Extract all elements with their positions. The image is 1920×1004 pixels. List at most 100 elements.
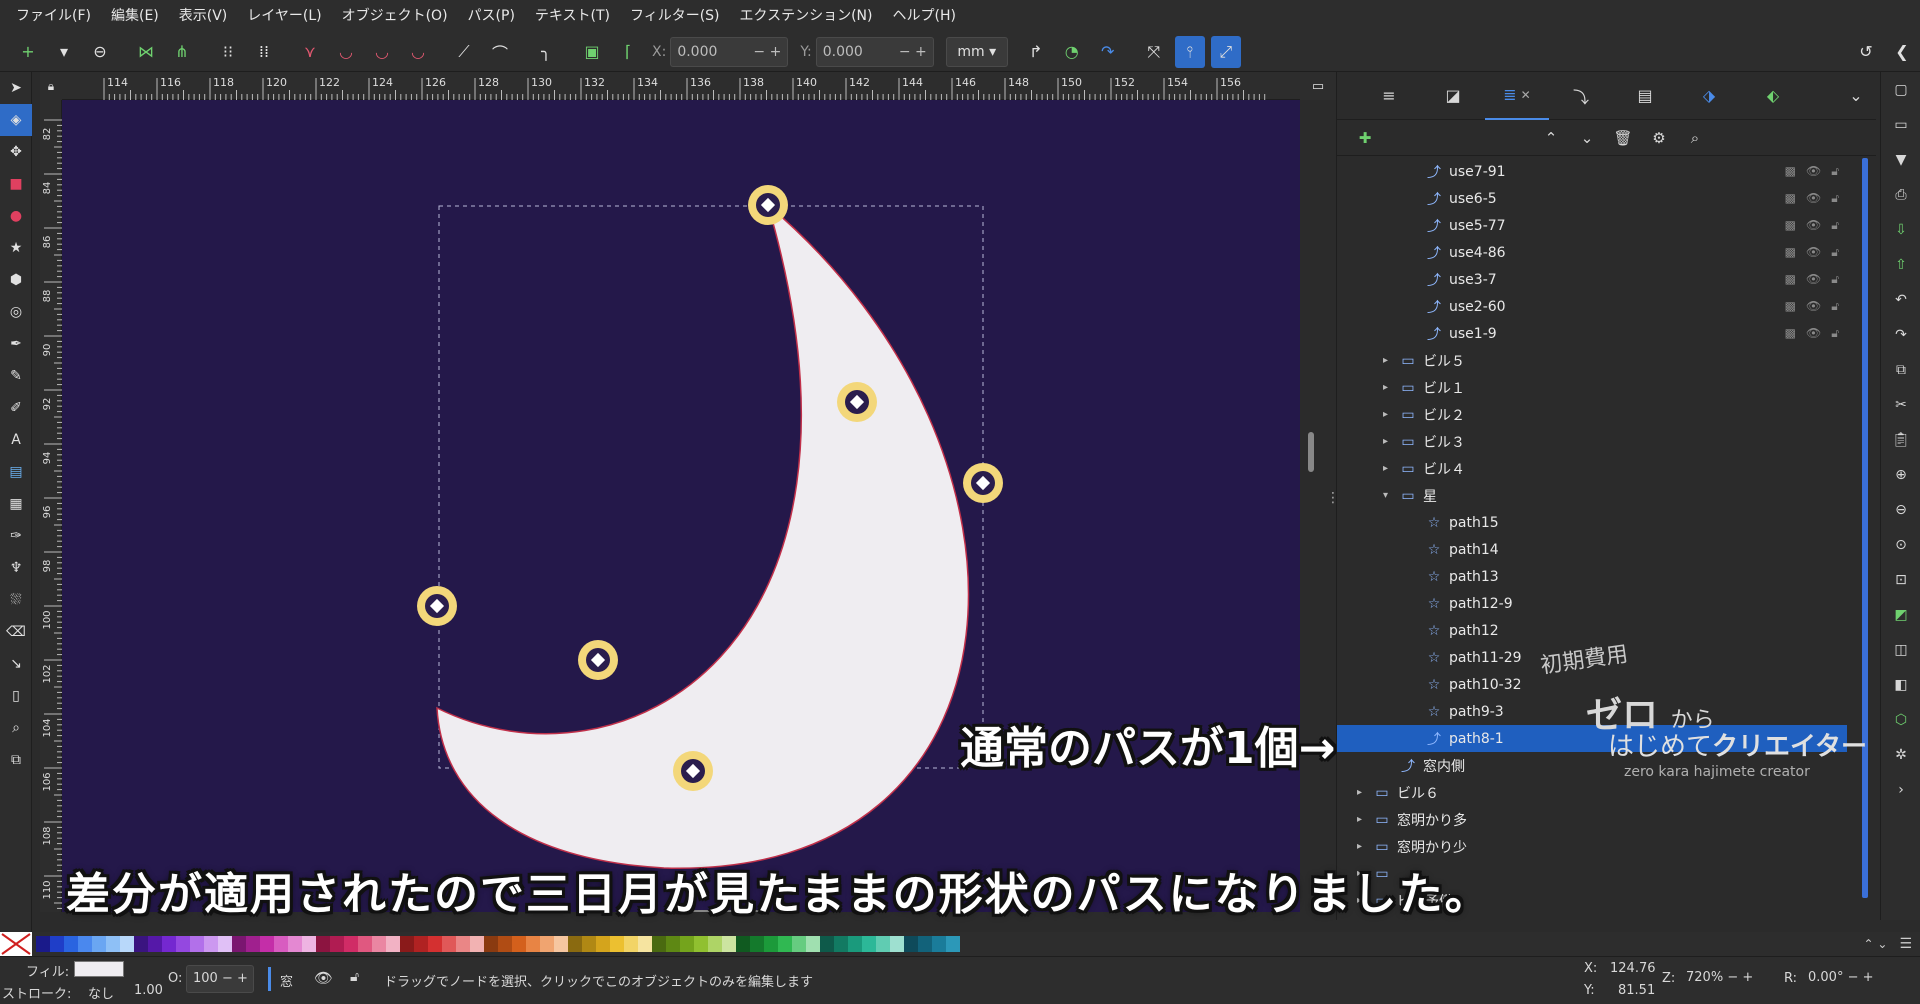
color-swatch[interactable]	[750, 936, 764, 952]
show-path-effect-icon[interactable]: ↷	[1090, 36, 1126, 68]
menu-item[interactable]: ヘルプ(H)	[883, 0, 966, 32]
add-corners-icon[interactable]: ╮	[528, 36, 564, 68]
opacity-input[interactable]: 100 − +	[186, 965, 254, 993]
delete-node-icon[interactable]: ⊖	[82, 36, 118, 68]
path-node[interactable]	[673, 751, 713, 791]
blend-icon[interactable]: ▩	[1785, 218, 1796, 233]
paste-icon[interactable]: 📋︎	[1881, 422, 1920, 457]
make-curve-icon[interactable]: ⌒	[482, 36, 518, 68]
tab-layers-objects-icon[interactable]: ≣ ✕	[1485, 72, 1549, 120]
zoom-input[interactable]: 720% − +	[1680, 965, 1770, 993]
color-swatch[interactable]	[498, 936, 512, 952]
rect-tool-icon[interactable]: ■	[0, 168, 32, 200]
fill-indicator[interactable]	[74, 961, 124, 977]
layer-row[interactable]: ▸ ▭ ビル１	[1337, 374, 1847, 401]
symmetric-node-icon[interactable]: ◡	[364, 36, 400, 68]
blend-icon[interactable]: ▩	[1785, 191, 1796, 206]
ellipse-tool-icon[interactable]: ●	[0, 200, 32, 232]
tab-fill-stroke-icon[interactable]: ◪	[1421, 72, 1485, 120]
color-swatch[interactable]	[36, 936, 50, 952]
path-node[interactable]	[837, 382, 877, 422]
color-swatch[interactable]	[876, 936, 890, 952]
lock-icon[interactable]: 🔓︎	[1831, 326, 1839, 341]
stroke-to-path-icon[interactable]: ⌈	[610, 36, 646, 68]
color-swatch[interactable]	[792, 936, 806, 952]
cusp-node-icon[interactable]: ⋎	[292, 36, 328, 68]
color-swatch[interactable]	[848, 936, 862, 952]
paint-bucket-tool-icon[interactable]: ♆	[0, 552, 32, 584]
canvas[interactable]	[62, 100, 1300, 912]
color-swatch[interactable]	[78, 936, 92, 952]
copy-icon[interactable]: ⧉	[1881, 352, 1920, 387]
color-swatch[interactable]	[582, 936, 596, 952]
layer-lock-icon[interactable]: 🔓︎	[350, 969, 359, 985]
path-node[interactable]	[748, 185, 788, 225]
tab-document-icon[interactable]: ▤	[1613, 72, 1677, 120]
measure-tool-icon[interactable]: ⧉	[0, 744, 32, 776]
unit-select[interactable]: mm ▾	[945, 36, 1008, 67]
canvas-drawing[interactable]	[62, 100, 1300, 912]
color-swatch[interactable]	[484, 936, 498, 952]
color-swatch[interactable]	[554, 936, 568, 952]
pen-tool-icon[interactable]: ✒	[0, 328, 32, 360]
lock-icon[interactable]: 🔓︎	[1831, 164, 1839, 179]
color-swatch[interactable]	[176, 936, 190, 952]
color-swatch[interactable]	[722, 936, 736, 952]
layer-row[interactable]: ▾ ▭ 星	[1337, 482, 1847, 509]
display-mode-icon[interactable]: ▭	[1300, 72, 1336, 100]
menu-item[interactable]: 表示(V)	[169, 0, 238, 32]
color-swatch[interactable]	[260, 936, 274, 952]
layer-row[interactable]: ⤴ use2-60 ▩ 👁︎ 🔓︎	[1337, 293, 1847, 320]
path-node[interactable]	[963, 463, 1003, 503]
ungroup-icon[interactable]: ✲	[1881, 737, 1920, 772]
opacity-stepper-icon[interactable]: − +	[222, 971, 248, 986]
gradient-tool-icon[interactable]: ▤	[0, 456, 32, 488]
object-to-path-icon[interactable]: ▣	[574, 36, 610, 68]
menu-item[interactable]: フィルター(S)	[620, 0, 730, 32]
clone-icon[interactable]: ◫	[1881, 632, 1920, 667]
color-swatch[interactable]	[834, 936, 848, 952]
tab-close-icon[interactable]: ✕	[1521, 88, 1531, 102]
move-down-icon[interactable]: ⌄	[1569, 122, 1605, 154]
show-outline-icon[interactable]: ⤢	[1210, 35, 1241, 68]
layer-row[interactable]: ☆ path15	[1337, 509, 1847, 536]
layer-row[interactable]: ☆ path13	[1337, 563, 1847, 590]
color-swatch[interactable]	[64, 936, 78, 952]
lock-icon[interactable]: 🔓︎	[1831, 299, 1839, 314]
color-swatch[interactable]	[428, 936, 442, 952]
visibility-icon[interactable]: 👁︎	[1806, 272, 1821, 287]
color-swatch[interactable]	[50, 936, 64, 952]
layer-row[interactable]: ⤴ use5-77 ▩ 👁︎ 🔓︎	[1337, 212, 1847, 239]
unlink-clone-icon[interactable]: ◧	[1881, 667, 1920, 702]
color-swatch[interactable]	[204, 936, 218, 952]
calligraphy-tool-icon[interactable]: ✐	[0, 392, 32, 424]
lock-icon[interactable]: 🔓︎	[1831, 218, 1839, 233]
zoom-selection-icon[interactable]: ⊕	[1881, 457, 1920, 492]
blend-icon[interactable]: ▩	[1785, 245, 1796, 260]
color-swatch[interactable]	[316, 936, 330, 952]
color-swatch[interactable]	[862, 936, 876, 952]
layer-visibility-icon[interactable]: 👁︎	[314, 969, 333, 987]
palette-scroll-icon[interactable]: ⌃ ⌄	[1864, 937, 1888, 951]
connector-tool-icon[interactable]: ↘	[0, 648, 32, 680]
color-swatch[interactable]	[666, 936, 680, 952]
layer-row[interactable]: ▸ ▭ ビル４	[1337, 455, 1847, 482]
tab-menu-chevron-icon[interactable]: ⌄	[1836, 72, 1876, 120]
import-icon[interactable]: ⇩	[1881, 212, 1920, 247]
new-document-icon[interactable]: ▢	[1881, 72, 1920, 107]
menu-item[interactable]: パス(P)	[458, 0, 525, 32]
layer-row[interactable]: ▸ ▭ 窓明かり少	[1337, 833, 1847, 860]
text-tool-icon[interactable]: A	[0, 424, 32, 456]
layer-row[interactable]: ☆ path12-9	[1337, 590, 1847, 617]
node-tool-icon[interactable]: ◈	[0, 104, 32, 136]
color-swatch[interactable]	[778, 936, 792, 952]
color-swatch[interactable]	[162, 936, 176, 952]
auto-smooth-node-icon[interactable]: ◡	[400, 36, 436, 68]
expand-chevron-icon[interactable]: ▸	[1383, 382, 1397, 393]
expand-chevron-icon[interactable]: ▸	[1383, 409, 1397, 420]
tab-path-effects-icon[interactable]: ⤵	[1549, 72, 1613, 120]
color-swatch[interactable]	[680, 936, 694, 952]
lock-icon[interactable]: 🔓︎	[1831, 191, 1839, 206]
color-swatch[interactable]	[358, 936, 372, 952]
expand-chevron-icon[interactable]: ▸	[1383, 355, 1397, 366]
